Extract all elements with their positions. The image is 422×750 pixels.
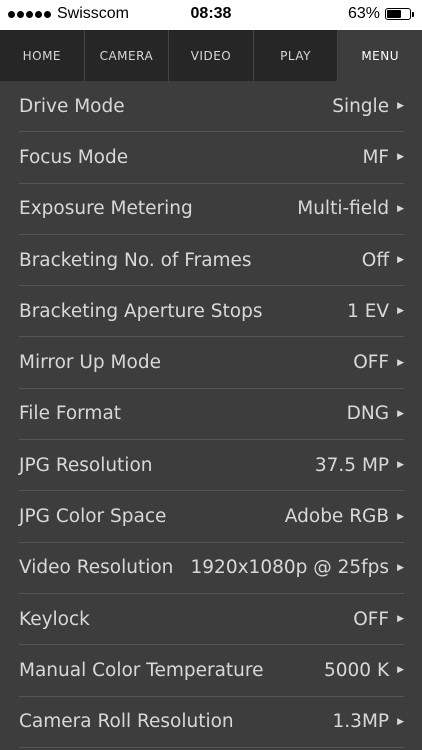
menu-item-mirror-up-mode[interactable]: Mirror Up Mode OFF ▶ (19, 337, 404, 389)
menu-item-label: Exposure Metering (19, 198, 193, 220)
chevron-right-icon: ▶ (397, 408, 404, 419)
menu-item-label: JPG Color Space (19, 506, 167, 528)
menu-item-camera-roll-resolution[interactable]: Camera Roll Resolution 1.3MP ▶ (19, 697, 404, 748)
chevron-right-icon: ▶ (397, 614, 404, 625)
chevron-right-icon: ▶ (397, 511, 404, 522)
chevron-right-icon: ▶ (397, 562, 404, 573)
menu-item-keylock[interactable]: Keylock OFF ▶ (19, 594, 404, 646)
menu-item-value: OFF (353, 352, 390, 374)
menu-item-value-group: MF ▶ (362, 147, 404, 168)
menu-item-value-group: 5000 K ▶ (324, 660, 404, 681)
menu-item-value-group: Off ▶ (362, 250, 404, 271)
battery-percent: 63% (347, 5, 380, 22)
menu-item-value: 37.5 MP (314, 454, 390, 476)
menu-item-value-group: OFF ▶ (353, 352, 404, 373)
chevron-right-icon: ▶ (397, 152, 404, 163)
battery-icon (385, 8, 411, 20)
menu-item-exposure-metering[interactable]: Exposure Metering Multi-field ▶ (19, 184, 404, 235)
chevron-right-icon: ▶ (397, 101, 404, 112)
menu-item-file-format[interactable]: File Format DNG ▶ (19, 389, 404, 441)
menu-item-bracketing-no-of-frames[interactable]: Bracketing No. of Frames Off ▶ (19, 235, 404, 287)
menu-list: Drive Mode Single ▶ Focus Mode MF ▶ Exposure M… (0, 81, 422, 748)
menu-item-label: Focus Mode (19, 146, 129, 168)
menu-item-value-group: 1920x1080p @ 25fps ▶ (191, 557, 404, 578)
battery-fill (387, 10, 401, 18)
menu-item-value: DNG (346, 403, 390, 425)
chevron-right-icon: ▶ (397, 203, 404, 214)
tab-camera[interactable]: CAMERA (85, 30, 170, 81)
menu-item-bracketing-aperture-stops[interactable]: Bracketing Aperture Stops 1 EV ▶ (19, 286, 404, 338)
menu-item-value-group: 1.3MP ▶ (333, 711, 404, 732)
chevron-right-icon: ▶ (397, 357, 404, 368)
status-bar: Swisscom 08:38 63% (0, 0, 422, 30)
tab-video[interactable]: VIDEO (169, 30, 254, 81)
menu-item-value-group: Multi-field ▶ (297, 198, 404, 219)
menu-item-value: 1 EV (347, 300, 390, 322)
chevron-right-icon: ▶ (397, 665, 404, 676)
menu-item-value: OFF (353, 608, 390, 630)
menu-item-label: Drive Mode (19, 95, 125, 117)
menu-item-value: 1.3MP (332, 711, 390, 733)
menu-item-value-group: Single ▶ (332, 96, 404, 117)
menu-item-value: Off (361, 249, 390, 271)
menu-item-label: Bracketing Aperture Stops (19, 300, 263, 322)
menu-item-label: File Format (19, 403, 122, 425)
menu-item-value: MF (362, 146, 390, 168)
menu-item-video-resolution[interactable]: Video Resolution 1920x1080p @ 25fps ▶ (19, 543, 404, 594)
status-bar-right: 63% (348, 5, 414, 23)
menu-item-value: Multi-field (297, 198, 390, 220)
tab-menu[interactable]: MENU (338, 30, 422, 81)
menu-item-label: Keylock (19, 608, 90, 630)
menu-item-label: Mirror Up Mode (19, 352, 161, 374)
menu-item-value-group: DNG ▶ (347, 403, 404, 424)
menu-item-value-group: 37.5 MP ▶ (315, 455, 404, 476)
menu-item-value: Single (332, 95, 390, 117)
menu-item-jpg-resolution[interactable]: JPG Resolution 37.5 MP ▶ (19, 440, 404, 492)
menu-item-label: JPG Resolution (19, 454, 153, 476)
menu-item-value-group: OFF ▶ (353, 609, 404, 630)
chevron-right-icon: ▶ (397, 306, 404, 317)
chevron-right-icon: ▶ (397, 460, 404, 471)
menu-item-value: 1920x1080p @ 25fps (190, 557, 390, 579)
tab-bar: HOME CAMERA VIDEO PLAY MENU (0, 30, 422, 81)
tab-play[interactable]: PLAY (254, 30, 339, 81)
battery-nub (412, 11, 414, 17)
tab-home[interactable]: HOME (0, 30, 85, 81)
menu-item-drive-mode[interactable]: Drive Mode Single ▶ (19, 81, 404, 133)
menu-item-value: Adobe RGB (284, 506, 390, 528)
menu-item-focus-mode[interactable]: Focus Mode MF ▶ (19, 132, 404, 184)
menu-item-value-group: 1 EV ▶ (347, 301, 404, 322)
menu-item-manual-color-temperature[interactable]: Manual Color Temperature 5000 K ▶ (19, 645, 404, 697)
menu-item-label: Manual Color Temperature (19, 659, 264, 681)
menu-item-value-group: Adobe RGB ▶ (285, 506, 404, 527)
menu-item-value: 5000 K (323, 659, 390, 681)
menu-item-label: Video Resolution (19, 557, 174, 579)
chevron-right-icon: ▶ (397, 716, 404, 727)
chevron-right-icon: ▶ (397, 255, 404, 266)
menu-item-label: Camera Roll Resolution (19, 711, 234, 733)
menu-item-jpg-color-space[interactable]: JPG Color Space Adobe RGB ▶ (19, 491, 404, 543)
menu-item-label: Bracketing No. of Frames (19, 249, 252, 271)
